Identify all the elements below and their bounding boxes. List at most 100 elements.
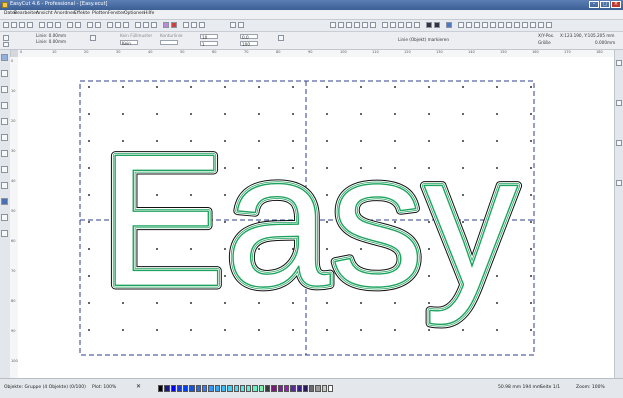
select-tool-icon[interactable] bbox=[1, 54, 8, 61]
palette-swatch[interactable] bbox=[309, 385, 315, 392]
node-icon[interactable] bbox=[183, 22, 189, 28]
rotate-icon[interactable] bbox=[346, 22, 352, 28]
texture-icon[interactable] bbox=[398, 22, 404, 28]
rotation-field[interactable]: 0.0 bbox=[240, 34, 258, 40]
paste-icon[interactable] bbox=[55, 22, 61, 28]
tool-g-icon[interactable] bbox=[506, 22, 512, 28]
dock-icon-2[interactable] bbox=[616, 100, 622, 106]
shadow-icon[interactable] bbox=[406, 22, 412, 28]
palette-swatch[interactable] bbox=[258, 385, 265, 392]
count-field[interactable]: 1 bbox=[200, 41, 218, 47]
import-icon[interactable] bbox=[87, 22, 93, 28]
palette-swatch[interactable] bbox=[246, 385, 252, 392]
eyedropper-tool-icon[interactable] bbox=[1, 198, 8, 205]
fill-tool-icon[interactable] bbox=[1, 182, 8, 189]
palette-swatch[interactable] bbox=[252, 385, 258, 392]
node-tool-icon[interactable] bbox=[1, 70, 8, 77]
color-icon[interactable] bbox=[382, 22, 388, 28]
tool-b-icon[interactable] bbox=[466, 22, 472, 28]
palette-swatch[interactable] bbox=[220, 385, 227, 392]
menu-plotten[interactable]: Plotten bbox=[92, 11, 108, 16]
palette-swatch[interactable] bbox=[290, 385, 296, 392]
lock-icon[interactable] bbox=[3, 42, 9, 47]
tool-a-icon[interactable] bbox=[458, 22, 464, 28]
tool-e-icon[interactable] bbox=[490, 22, 496, 28]
palette-swatch[interactable] bbox=[277, 385, 283, 392]
palette-swatch[interactable] bbox=[328, 385, 334, 392]
palette-swatch[interactable] bbox=[195, 385, 202, 392]
menu-optionen[interactable]: Optionen bbox=[124, 11, 145, 16]
palette-swatch[interactable] bbox=[265, 385, 271, 392]
eraser-tool-icon[interactable] bbox=[1, 230, 8, 237]
tool-d-icon[interactable] bbox=[482, 22, 488, 28]
palette-swatch[interactable] bbox=[315, 385, 321, 392]
save-icon[interactable] bbox=[19, 22, 25, 28]
tool-h-icon[interactable] bbox=[514, 22, 520, 28]
dock-icon-4[interactable] bbox=[616, 180, 622, 186]
mirror-v-icon[interactable] bbox=[338, 22, 344, 28]
palette-swatch[interactable] bbox=[202, 385, 208, 392]
no-color-icon[interactable]: ✕ bbox=[136, 383, 141, 390]
pointer-icon[interactable] bbox=[3, 35, 9, 41]
palette-swatch[interactable] bbox=[321, 385, 328, 392]
line-color-icon[interactable] bbox=[90, 35, 96, 41]
close-button[interactable]: × bbox=[611, 1, 621, 8]
palette-swatch[interactable] bbox=[296, 385, 302, 392]
tool-k-icon[interactable] bbox=[538, 22, 544, 28]
preview-icon[interactable] bbox=[446, 22, 452, 28]
palette-swatch[interactable] bbox=[176, 385, 183, 392]
group-icon[interactable] bbox=[135, 22, 141, 28]
tool-j-icon[interactable] bbox=[530, 22, 536, 28]
menu-fenster[interactable]: Fenster bbox=[108, 11, 125, 16]
dock-icon-3[interactable] bbox=[616, 140, 622, 146]
polygon-tool-icon[interactable] bbox=[1, 150, 8, 157]
palette-swatch[interactable] bbox=[214, 385, 220, 392]
ellipse-tool-icon[interactable] bbox=[1, 134, 8, 141]
tool-f-icon[interactable] bbox=[498, 22, 504, 28]
palette-swatch[interactable] bbox=[302, 385, 309, 392]
palette-swatch[interactable] bbox=[170, 385, 176, 392]
contour-icon[interactable] bbox=[191, 22, 197, 28]
menu-ansicht[interactable]: Ansicht bbox=[36, 11, 53, 16]
new-icon[interactable] bbox=[3, 22, 9, 28]
menu-anordnen[interactable]: Anordnen bbox=[54, 11, 76, 16]
weld-icon[interactable] bbox=[354, 22, 360, 28]
palette-swatch[interactable] bbox=[158, 385, 164, 392]
dock-icon-1[interactable] bbox=[616, 60, 622, 66]
cutter-icon[interactable] bbox=[426, 22, 432, 28]
settings-icon[interactable] bbox=[230, 22, 236, 28]
zoom-fit-icon[interactable] bbox=[123, 22, 129, 28]
weed-icon[interactable] bbox=[163, 22, 169, 28]
fill-icon[interactable] bbox=[390, 22, 396, 28]
menu-hilfe[interactable]: Hilfe bbox=[144, 11, 154, 16]
outline-icon[interactable] bbox=[362, 22, 368, 28]
ungroup-icon[interactable] bbox=[143, 22, 149, 28]
zoom-field[interactable]: 10 bbox=[200, 34, 218, 40]
tool-i-icon[interactable] bbox=[522, 22, 528, 28]
inline-icon[interactable] bbox=[370, 22, 376, 28]
export-icon[interactable] bbox=[95, 22, 101, 28]
tool-l-icon[interactable] bbox=[546, 22, 552, 28]
send-icon[interactable] bbox=[434, 22, 440, 28]
palette-swatch[interactable] bbox=[271, 385, 277, 392]
apply-icon[interactable] bbox=[278, 35, 284, 41]
plot-icon[interactable] bbox=[171, 22, 177, 28]
align-icon[interactable] bbox=[151, 22, 157, 28]
redo-icon[interactable] bbox=[75, 22, 81, 28]
print-icon[interactable] bbox=[27, 22, 33, 28]
palette-swatch[interactable] bbox=[164, 385, 170, 392]
pen-tool-icon[interactable] bbox=[1, 102, 8, 109]
palette-swatch[interactable] bbox=[283, 385, 290, 392]
palette-swatch[interactable] bbox=[189, 385, 195, 392]
maximize-button[interactable]: □ bbox=[600, 1, 610, 8]
scale-field[interactable]: 100 bbox=[240, 41, 258, 47]
cut-icon[interactable] bbox=[39, 22, 45, 28]
menu-effekte[interactable]: Effekte bbox=[74, 11, 90, 16]
palette-swatch[interactable] bbox=[233, 385, 239, 392]
tool-c-icon[interactable] bbox=[474, 22, 480, 28]
zoom-out-icon[interactable] bbox=[115, 22, 121, 28]
zoom-in-icon[interactable] bbox=[107, 22, 113, 28]
zoom-tool-icon[interactable] bbox=[1, 86, 8, 93]
open-icon[interactable] bbox=[11, 22, 17, 28]
effect-icon[interactable] bbox=[414, 22, 420, 28]
